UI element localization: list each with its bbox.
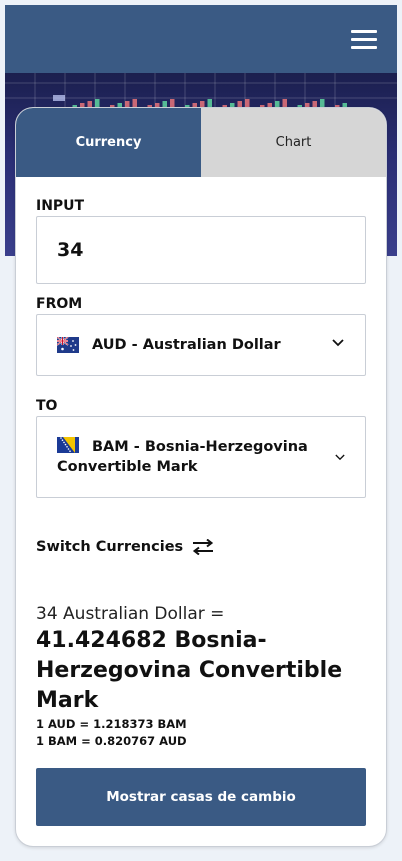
from-label: FROM bbox=[36, 296, 83, 312]
input-label: INPUT bbox=[36, 198, 85, 214]
to-currency-select[interactable]: BAM - Bosnia-Herzegovina Convertible Mar… bbox=[36, 416, 366, 498]
tab-chart[interactable]: Chart bbox=[201, 108, 386, 177]
hamburger-menu-icon[interactable] bbox=[351, 30, 377, 50]
to-currency-line2: Convertible Mark bbox=[57, 459, 198, 475]
tab-bar: Currency Chart bbox=[16, 108, 386, 177]
show-exchange-houses-button[interactable]: Mostrar casas de cambio bbox=[36, 768, 366, 826]
to-label: TO bbox=[36, 398, 58, 414]
top-navigation-bar bbox=[5, 5, 397, 73]
swap-arrows-icon bbox=[193, 539, 214, 555]
tab-currency[interactable]: Currency bbox=[16, 108, 201, 177]
chevron-down-icon bbox=[335, 454, 345, 461]
conversion-result-amount: 41.424682 Bosnia-Herzegovina Convertible… bbox=[36, 628, 343, 713]
australia-flag-icon bbox=[57, 337, 79, 353]
converter-card: Currency Chart INPUT 34 FROM AUD - Austr… bbox=[15, 107, 387, 847]
switch-currencies-button[interactable]: Switch Currencies bbox=[36, 539, 214, 555]
chevron-down-icon bbox=[332, 339, 344, 347]
conversion-source-text: 34 Australian Dollar = bbox=[36, 604, 225, 624]
bosnia-flag-icon bbox=[57, 437, 79, 453]
from-currency-select[interactable]: AUD - Australian Dollar bbox=[36, 314, 366, 376]
amount-input[interactable]: 34 bbox=[36, 216, 366, 284]
from-currency-text: AUD - Australian Dollar bbox=[92, 337, 281, 353]
rate-reverse-text: 1 BAM = 0.820767 AUD bbox=[36, 734, 187, 748]
rate-forward-text: 1 AUD = 1.218373 BAM bbox=[36, 717, 187, 731]
to-currency-line1: BAM - Bosnia-Herzegovina bbox=[92, 439, 308, 455]
switch-currencies-label: Switch Currencies bbox=[36, 539, 184, 555]
